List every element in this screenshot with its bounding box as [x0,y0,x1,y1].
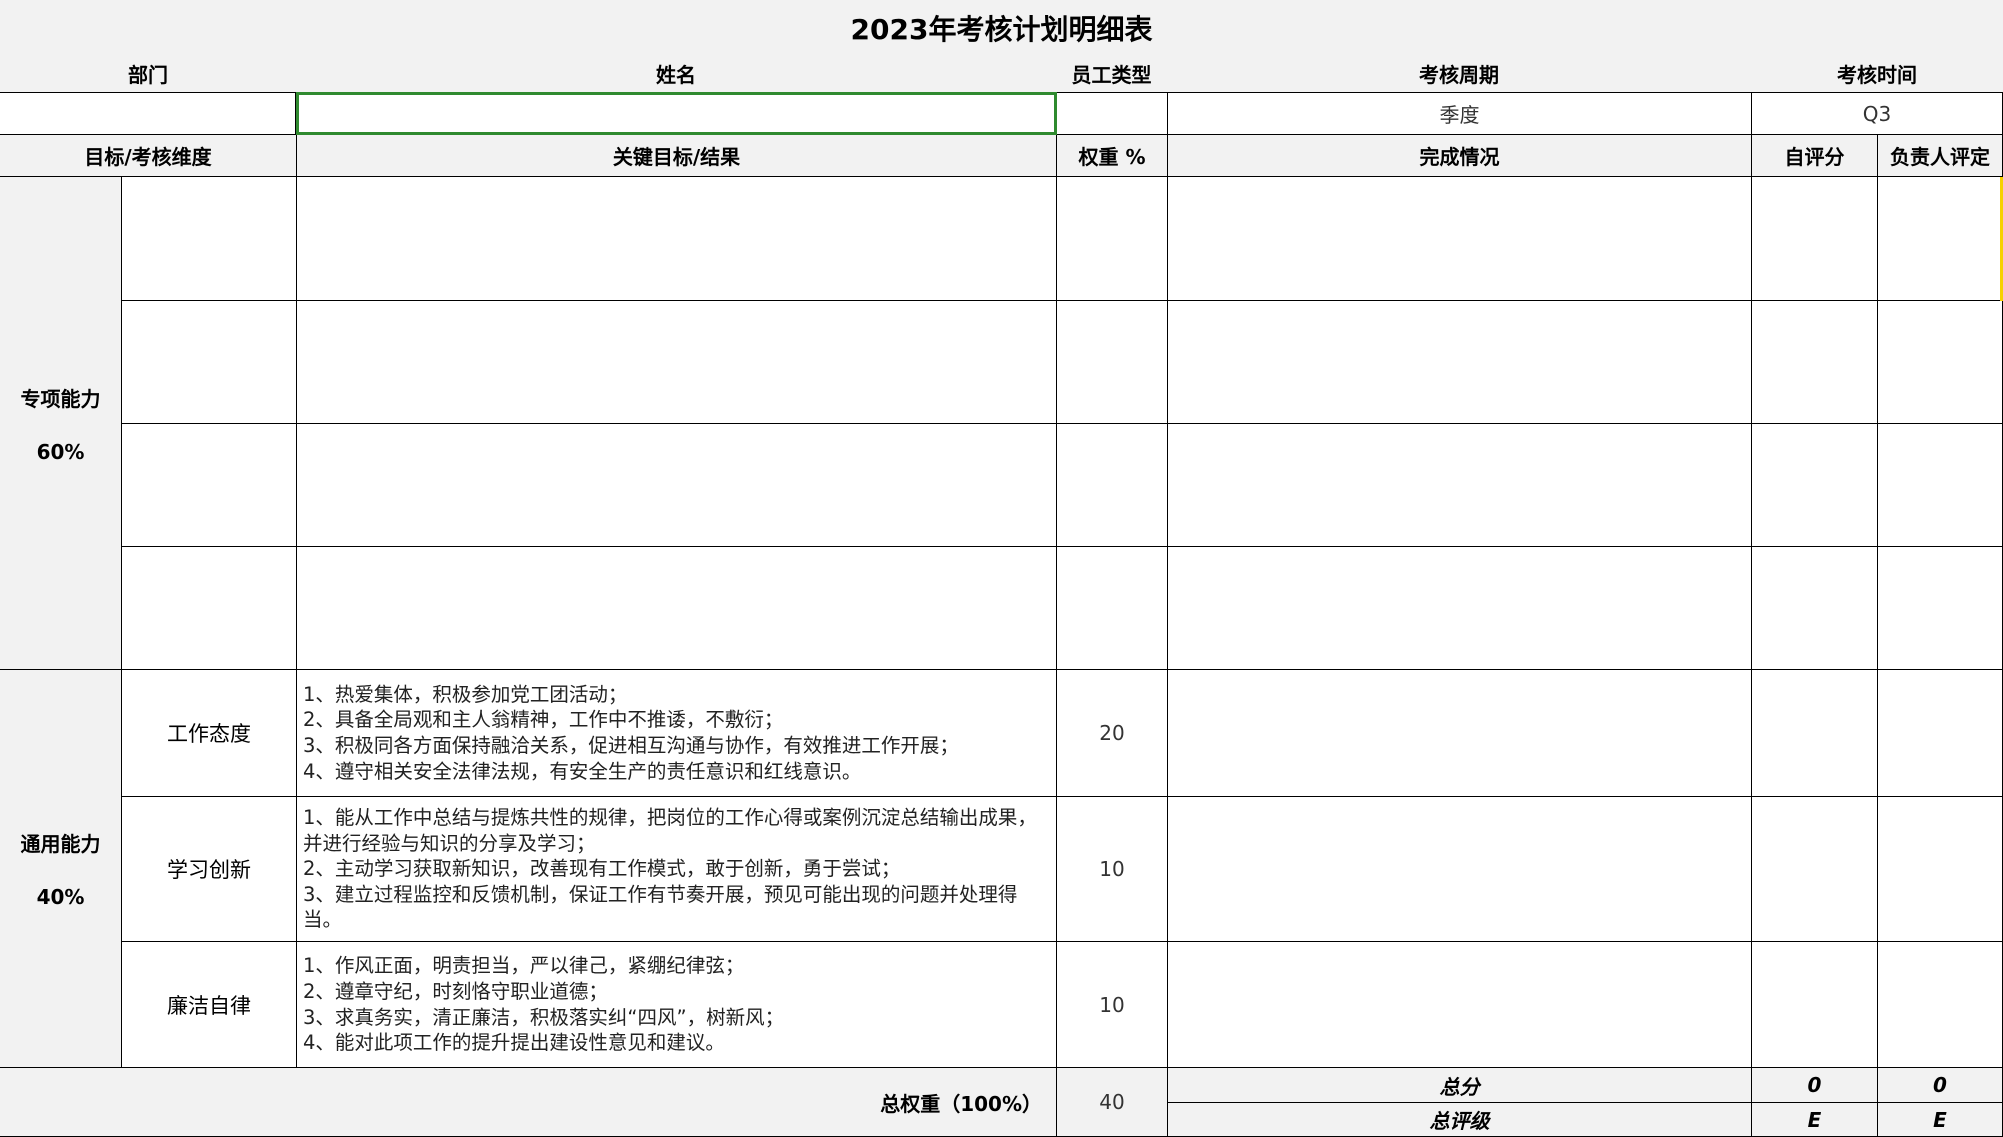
general-ability-label: 通用能力 40% [0,670,122,1068]
special-key-result-cell[interactable] [297,424,1057,547]
general-subdimension-attitude: 工作态度 [122,670,297,797]
special-subdimension-cell[interactable] [122,301,297,424]
col-completion: 完成情况 [1168,135,1752,177]
special-manager-score-cell[interactable] [1878,301,2003,424]
general-criteria-attitude[interactable]: 1、热爱集体，积极参加党工团活动； 2、具备全局观和主人翁精神，工作中不推诿，不… [297,670,1057,797]
special-subdimension-cell[interactable] [122,177,297,301]
special-self-score-cell[interactable] [1752,177,1878,301]
special-completion-cell[interactable] [1168,547,1752,670]
special-self-score-cell[interactable] [1752,547,1878,670]
total-weight-value: 40 [1057,1068,1168,1137]
total-score-label: 总分 [1168,1068,1752,1103]
general-subdimension-integrity: 廉洁自律 [122,942,297,1068]
review-period-value[interactable]: 季度 [1168,92,1752,135]
col-dimension: 目标/考核维度 [0,135,297,177]
general-completion-cell[interactable] [1168,797,1752,942]
self-grade: E [1752,1103,1878,1137]
general-manager-score-cell[interactable] [1878,670,2003,797]
employee-type-value[interactable] [1057,92,1168,135]
special-ability-percent: 60% [36,439,85,464]
header-department: 部门 [128,63,168,87]
special-self-score-cell[interactable] [1752,424,1878,547]
col-self-score: 自评分 [1752,135,1878,177]
general-ability-percent: 40% [36,885,85,909]
header-review-time: 考核时间 [1837,63,1917,87]
criteria-text: 1、能从工作中总结与提炼共性的规律，把岗位的工作心得或案例沉淀总结输出成果，并进… [303,806,1037,932]
general-weight-attitude[interactable]: 20 [1057,670,1168,797]
special-key-result-cell[interactable] [297,301,1057,424]
review-time-value[interactable]: Q3 [1752,92,2003,135]
special-subdimension-cell[interactable] [122,547,297,670]
general-self-score-cell[interactable] [1752,942,1878,1068]
special-key-result-cell[interactable] [297,177,1057,301]
general-manager-score-cell[interactable] [1878,942,2003,1068]
header-name: 姓名 [656,63,696,87]
general-ability-name: 通用能力 [20,832,101,856]
special-ability-label: 专项能力 60% [0,177,122,670]
col-manager-score: 负责人评定 [1878,135,2003,177]
special-completion-cell[interactable] [1168,301,1752,424]
special-completion-cell[interactable] [1168,424,1752,547]
general-criteria-integrity[interactable]: 1、作风正面，明责担当，严以律己，紧绷纪律弦； 2、遵章守纪，时刻恪守职业道德；… [297,942,1057,1068]
department-value[interactable] [0,92,296,135]
special-weight-cell[interactable] [1057,177,1168,301]
special-self-score-cell[interactable] [1752,301,1878,424]
general-completion-cell[interactable] [1168,670,1752,797]
general-manager-score-cell[interactable] [1878,797,2003,942]
special-key-result-cell[interactable] [297,547,1057,670]
special-completion-cell[interactable] [1168,177,1752,301]
criteria-text: 1、作风正面，明责担当，严以律己，紧绷纪律弦； 2、遵章守纪，时刻恪守职业道德；… [303,954,785,1055]
general-weight-learning[interactable]: 10 [1057,797,1168,942]
general-subdimension-learning: 学习创新 [122,797,297,942]
manager-total-score: 0 [1878,1068,2003,1103]
general-self-score-cell[interactable] [1752,797,1878,942]
special-weight-cell[interactable] [1057,301,1168,424]
special-manager-score-cell[interactable] [1878,177,2003,301]
general-weight-integrity[interactable]: 10 [1057,942,1168,1068]
special-weight-cell[interactable] [1057,424,1168,547]
total-weight-label: 总权重（100%） [0,1068,1057,1137]
special-subdimension-cell[interactable] [122,424,297,547]
total-grade-label: 总评级 [1168,1103,1752,1137]
self-total-score: 0 [1752,1068,1878,1103]
header-review-period: 考核周期 [1419,63,1499,87]
col-key-result: 关键目标/结果 [297,135,1057,177]
special-weight-cell[interactable] [1057,547,1168,670]
general-criteria-learning[interactable]: 1、能从工作中总结与提炼共性的规律，把岗位的工作心得或案例沉淀总结输出成果，并进… [297,797,1057,942]
col-weight: 权重 % [1057,135,1168,177]
header-employee-type: 员工类型 [1071,63,1152,87]
manager-grade: E [1878,1103,2003,1137]
special-manager-score-cell[interactable] [1878,424,2003,547]
name-input-cell[interactable] [296,92,1057,135]
general-completion-cell[interactable] [1168,942,1752,1068]
special-manager-score-cell[interactable] [1878,547,2003,670]
special-ability-name: 专项能力 [20,386,101,411]
sheet-title: 2023年考核计划明细表 [850,12,1153,46]
criteria-text: 1、热爱集体，积极参加党工团活动； 2、具备全局观和主人翁精神，工作中不推诿，不… [303,682,959,783]
general-self-score-cell[interactable] [1752,670,1878,797]
